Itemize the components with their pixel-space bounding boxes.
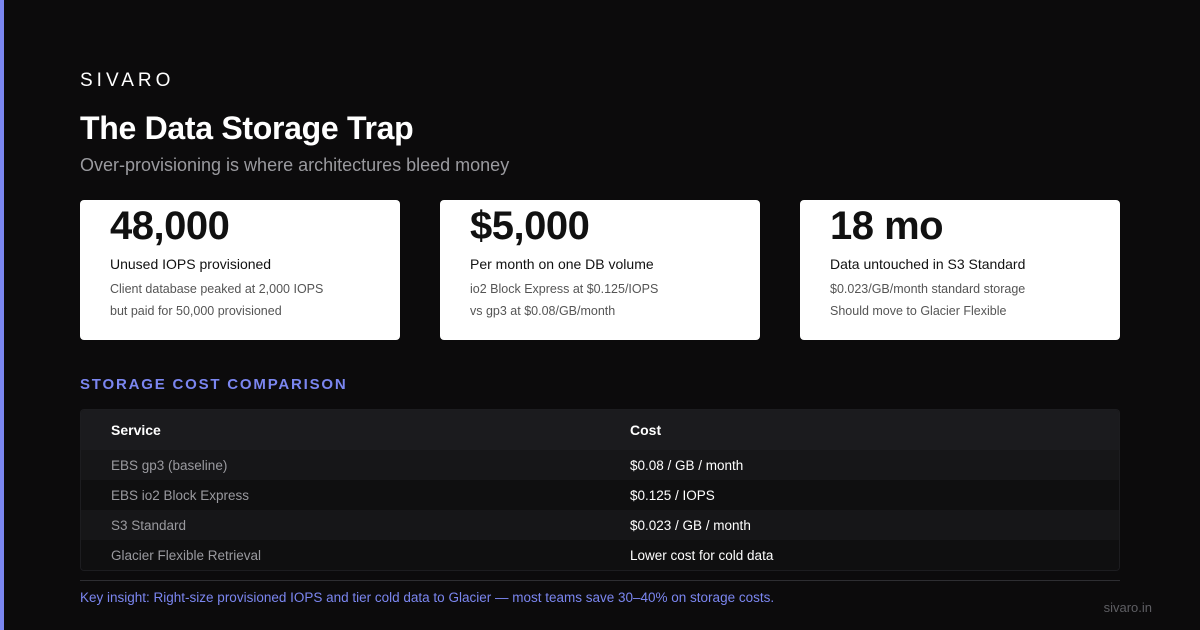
cell-service: EBS io2 Block Express: [111, 487, 250, 503]
divider: [80, 580, 1120, 581]
stat-detail-line: io2 Block Express at $0.125/IOPS: [470, 282, 659, 296]
table-row: EBS io2 Block Express $0.125 / IOPS: [81, 480, 1119, 510]
stat-detail-line: but paid for 50,000 provisioned: [110, 304, 282, 318]
table-row: EBS gp3 (baseline) $0.08 / GB / month: [81, 450, 1119, 480]
stat-detail: io2 Block Express at $0.125/IOPS vs gp3 …: [470, 278, 730, 322]
stat-card-iops: 48,000 Unused IOPS provisioned Client da…: [80, 200, 400, 340]
column-header-cost: Cost: [630, 422, 662, 438]
stat-value: $5,000: [470, 204, 590, 248]
cell-cost: Lower cost for cold data: [630, 547, 774, 563]
stat-label: Per month on one DB volume: [470, 256, 654, 272]
cell-service: EBS gp3 (baseline): [111, 457, 228, 473]
page-title: The Data Storage Trap: [80, 110, 414, 146]
stat-detail-line: Client database peaked at 2,000 IOPS: [110, 282, 324, 296]
stat-label: Data untouched in S3 Standard: [830, 256, 1026, 272]
stat-detail: $0.023/GB/month standard storage Should …: [830, 278, 1090, 322]
table-row: Glacier Flexible Retrieval Lower cost fo…: [81, 540, 1119, 570]
brand-logo: SIVARO: [80, 70, 175, 91]
cell-cost: $0.023 / GB / month: [630, 517, 751, 533]
stat-value: 18 mo: [830, 204, 944, 248]
cell-service: S3 Standard: [111, 517, 187, 533]
stat-value: 48,000: [110, 204, 230, 248]
stat-cards: 48,000 Unused IOPS provisioned Client da…: [80, 200, 1120, 340]
stat-card-untouched-data: 18 mo Data untouched in S3 Standard $0.0…: [800, 200, 1120, 340]
stat-card-monthly-cost: $5,000 Per month on one DB volume io2 Bl…: [440, 200, 760, 340]
cost-table: Service Cost EBS gp3 (baseline) $0.08 / …: [80, 409, 1120, 571]
stat-detail-line: $0.023/GB/month standard storage: [830, 282, 1026, 296]
slide: SIVARO The Data Storage Trap Over-provis…: [0, 0, 1200, 630]
cell-service: Glacier Flexible Retrieval: [111, 547, 262, 563]
footer-url: sivaro.in: [1103, 600, 1152, 615]
column-header-service: Service: [111, 422, 161, 438]
cell-cost: $0.125 / IOPS: [630, 487, 715, 503]
page-subtitle: Over-provisioning is where architectures…: [80, 155, 510, 175]
key-insight: Key insight: Right-size provisioned IOPS…: [80, 590, 775, 605]
stat-detail: Client database peaked at 2,000 IOPS but…: [110, 278, 370, 322]
stat-detail-line: Should move to Glacier Flexible: [830, 304, 1007, 318]
stat-detail-line: vs gp3 at $0.08/GB/month: [470, 304, 616, 318]
cell-cost: $0.08 / GB / month: [630, 457, 744, 473]
accent-bar: [0, 0, 4, 630]
table-header: Service Cost: [81, 410, 1119, 450]
section-title: STORAGE COST COMPARISON: [80, 376, 348, 393]
stat-label: Unused IOPS provisioned: [110, 256, 272, 272]
table-row: S3 Standard $0.023 / GB / month: [81, 510, 1119, 540]
